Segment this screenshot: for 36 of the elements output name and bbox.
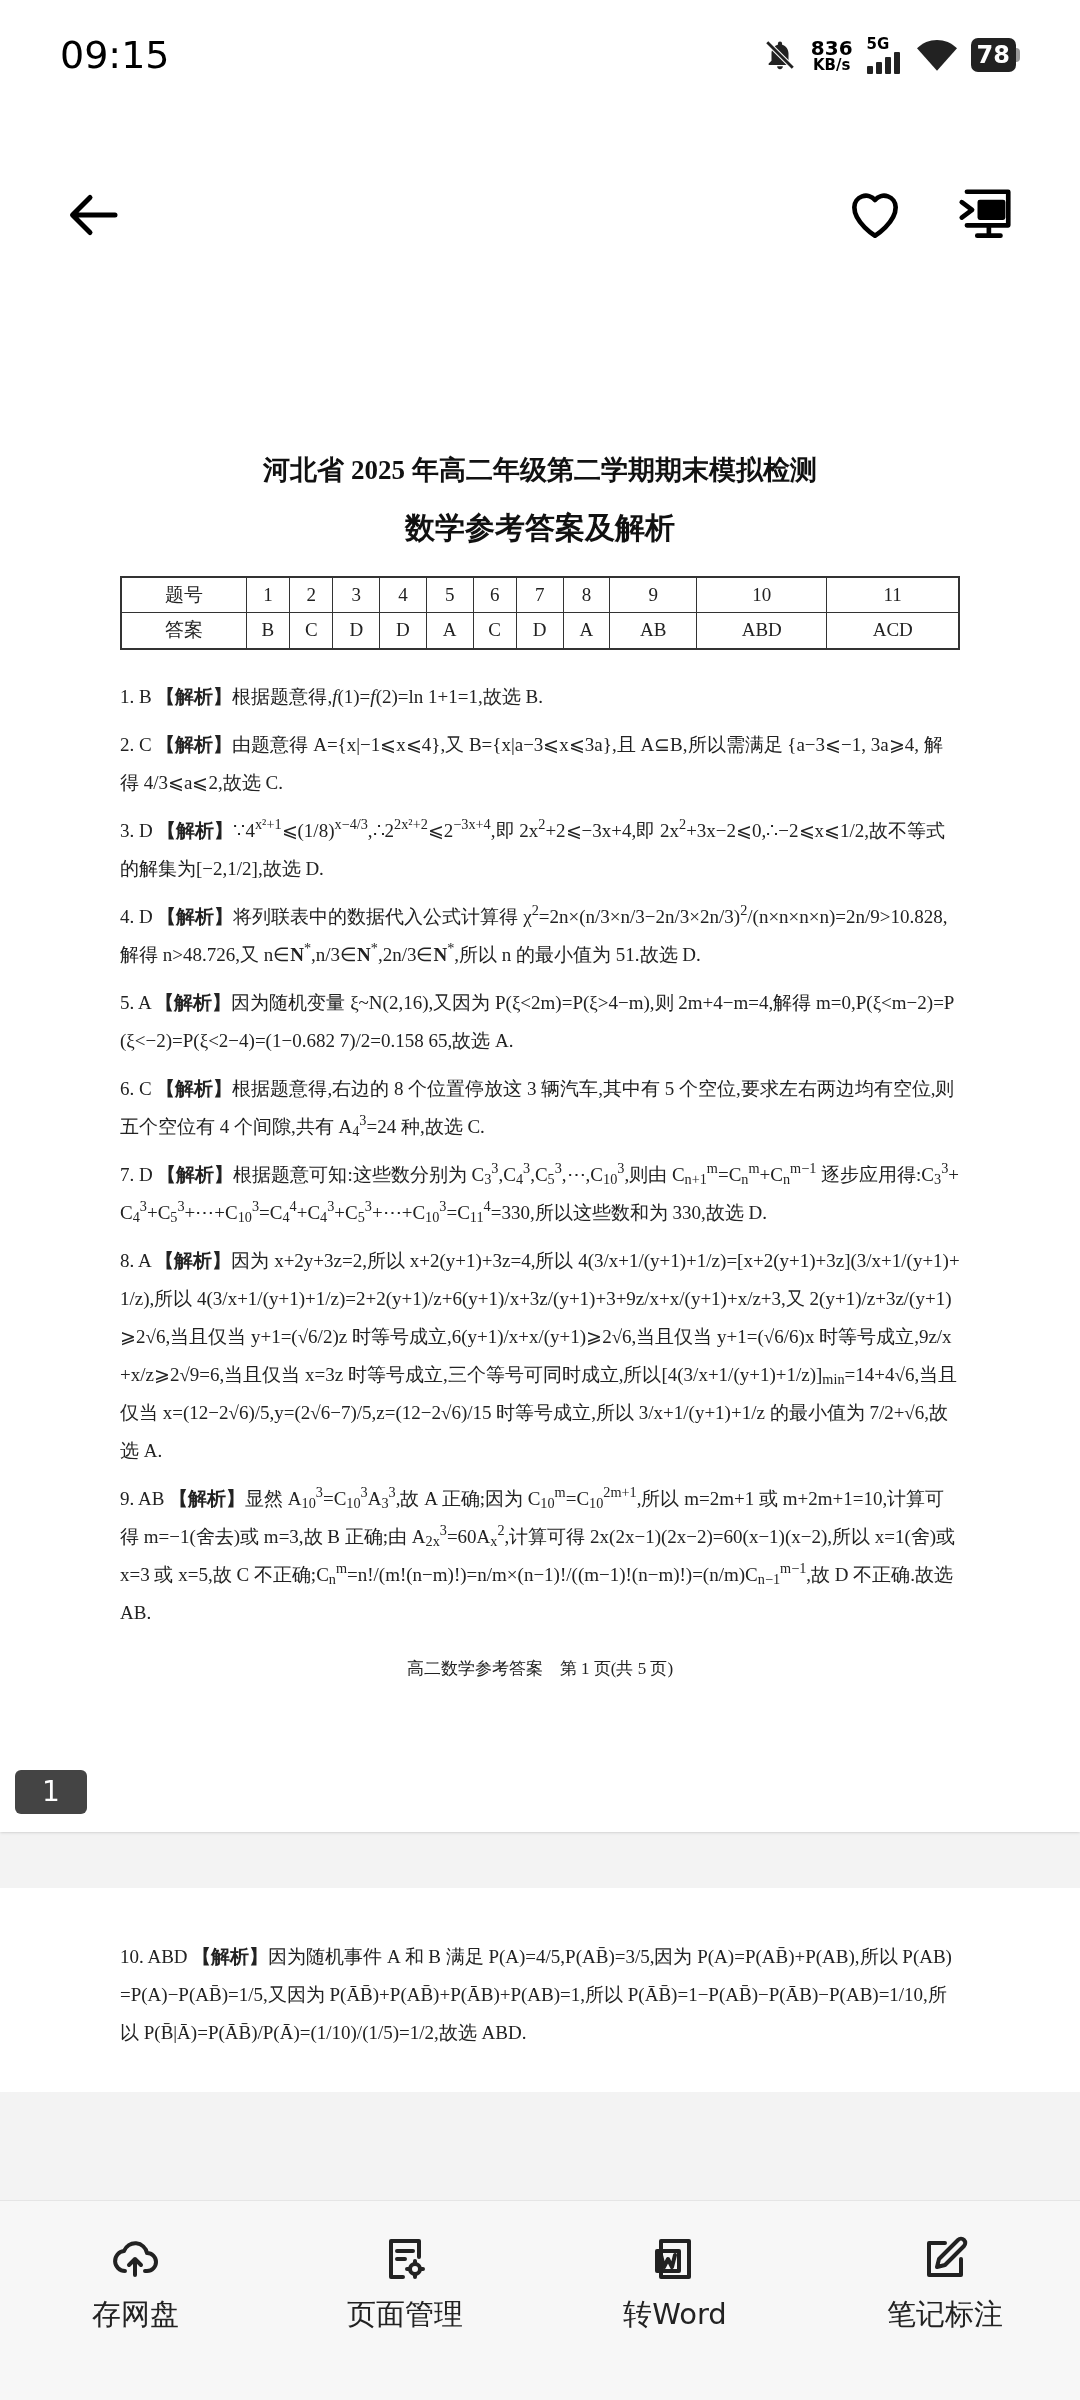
solution-paragraph: 5. A 【解析】因为随机变量 ξ~N(2,16),又因为 P(ξ<2m)=P(ξ>4−m),则 2m+4−m=4,解得 m=0,P(ξ<m−2)=P(ξ<−2)=P(ξ<2−4)=(1−0.682 7)/2=0.158 65,故选 A. (120, 990, 956, 1053)
solution-paragraph: 4. D 【解析】将列联表中的数据代入公式计算得 χ$^{2}$=2n×(n/3×n/3−2n/3×2n/3)$^{2}$/(n×n×n×n)=2n/9>10.828,解得 n>48.726,又 n∈N$^{*}$,n/3∈N$^{*}$,2n/3∈N$^{*}$,所以 n 的最小值为 51.故选 D. (120, 901, 949, 967)
network-speed: 836 (810, 37, 853, 58)
solution-paragraph: 9. AB 【解析】显然 A$_{10}$$^{3}$=C$_{10}$$^{3}$A$_{3}$$^{3}$,故 A 正确;因为 C$_{10}$$^{m}$=C$_{10}$$^{2m+1}$,所以 m=2m+1 或 m+2m+1=10,计算可得 m=−1(舍去)或 m=3,故 B 正确;由 A$_{2x}$$^{3}$=60A$_{x}$$^{2}$,计算可得 2x(2x−1)(2x−2)=60(x−1)(x−2),所以 x=1(舍)或 x=3 或 x=5,故 C 不正确;C$_{n}$$^{m}$=n!/(m!(n−m)!)=n/m×(n−1)!/((m−1)!(n−m)!)=(n/m)C$_{n−1}$$^{m−1}$,故 D 不正确.故选 AB. (120, 1483, 957, 1625)
question-number-cell: 6 (473, 576, 517, 613)
question-number-cell: 7 (516, 576, 564, 613)
network-speed-unit: KB/s (813, 57, 851, 73)
question-number-cell: 8 (563, 576, 610, 613)
solution-paragraph: 10. ABD 【解析】因为随机事件 A 和 B 满足 P(A)=4/5,P(AB̄)=3/5,因为 P(A)=P(AB̄)+P(AB),所以 P(AB)=P(A)−P(AB̄)=1/5,又因为 P(ĀB̄)+P(AB̄)+P(ĀB)+P(AB)=1,所以 P(ĀB̄)=1−P(AB̄)−P(ĀB)−P(AB)=1/10,所以 P(B̄|Ā)=P(ĀB̄)/P(Ā)=(1/10)/(1/5)=1/2,故选 ABD. (120, 1945, 953, 2045)
solution-paragraph: 2. C 【解析】由题意得 A={x|−1⩽x⩽4},又 B={x|a−3⩽x⩽3a},且 A⊆B,所以需满足 {a−3⩽−1, 3a⩾4, 解得 4/3⩽a⩽2,故选 C. (120, 732, 944, 795)
document-subtitle: 数学参考答案及解析 (403, 509, 676, 546)
toolbar-button[interactable]: 笔记标注 (810, 2201, 1080, 2400)
toolbar-button[interactable]: 存网盘 (0, 2201, 270, 2400)
page-number-badge: 1 (15, 1770, 87, 1814)
document-title: 河北省 2025 年高二年级第二学期期末模拟检测 (262, 454, 818, 487)
network-type: 5G (866, 36, 890, 52)
toolbar-button[interactable]: 页面管理 (270, 2201, 540, 2400)
question-number-cell: 1 (246, 576, 290, 613)
clock-time: 09:15 (60, 31, 170, 79)
toolbar-button[interactable]: 转Word (540, 2201, 810, 2400)
solution-paragraph: 3. D 【解析】∵4$^{x²+1}$⩽(1/8)$^{x−4/3}$,∴2$^{2x²+2}$⩽2$^{−3x+4}$,即 2x$^{2}$+2⩽−3x+4,即 2x$^{2}$+3x−2⩽0,∴−2⩽x⩽1/2,故不等式的解集为[−2,1/2],故选 D. (120, 815, 947, 881)
page-footer: 高二数学参考答案 第 1 页(共 5 页) (120, 1655, 960, 1681)
battery-level: 78 (976, 43, 1010, 67)
question-number-cell: 4 (379, 576, 427, 613)
question-number-cell: 3 (332, 576, 380, 613)
question-number-cell: 5 (426, 576, 473, 613)
wifi-icon (916, 39, 957, 71)
question-number-cell: 2 (289, 576, 333, 613)
solution-paragraph: 6. C 【解析】根据题意得,右边的 8 个位置停放这 3 辆汽车,其中有 5 个空位,要求左右两边均有空位,则五个空位有 4 个间隙,共有 A$_{4}$$^{3}$=24 种,故选 C. (120, 1076, 956, 1142)
question-number-cell: 9 (609, 576, 697, 613)
solution-paragraph: 8. A 【解析】因为 x+2y+3z=2,所以 x+2(y+1)+3z=4,所以 4(3/x+1/(y+1)+1/z)=[x+2(y+1)+3z](3/x+1/(y+1)+1/z),所以 4(3/x+1/(y+1)+1/z)=2+2(y+1)/z+6(y+1)/x+3z/(y+1)+3+9z/x+x/(y+1)+x/z+3,又 2(y+1)/z+3z/(y+1)⩾2√6,当且仅当 y+1=(√6/2)z 时等号成立,6(y+1)/x+x/(y+1)⩾2√6,当且仅当 y+1=(√6/6)x 时等号成立,9z/x+x/z⩾2√9=6,当且仅当 x=3z 时等号成立,三个等号可同时成立,所以[4(3/x+1/(y+1)+1/z)]$_{min}$=14+4√6,当且仅当 x=(12−2√6)/5,y=(2√6−7)/5,z=(12−2√6)/15 时等号成立,所以 3/x+1/(y+1)+1/z 的最小值为 7/2+√6,故选 A. (120, 1248, 960, 1463)
question-number-cell: 题号 (121, 576, 247, 613)
signal-icon (866, 51, 903, 74)
solution-paragraph: 1. B 【解析】根据题意得,f(1)=f(2)=ln 1+1=1,故选 B. (120, 684, 544, 709)
solution-paragraph: 7. D 【解析】根据题意可知:这些数分别为 C$_{3}$$^{3}$,C$_{4}$$^{3}$,C$_{5}$$^{3}$,⋯,C$_{10}$$^{3}$,则由 C$_{n+1}$$^{m}$=C$_{n}$$^{m}$+C$_{n}$$^{m−1}$ 逐步应用得:C$_{3}$$^{3}$+C$_{4}$$^{3}$+C$_{5}$$^{3}$+⋯+C$_{10}$$^{3}$=C$_{4}$$^{4}$+C$_{4}$$^{3}$+C$_{5}$$^{3}$+⋯+C$_{10}$$^{3}$=C$_{11}$$^{4}$=330,所以这些数和为 330,故选 D. (120, 1159, 960, 1228)
question-number-cell: 10 (696, 576, 827, 613)
